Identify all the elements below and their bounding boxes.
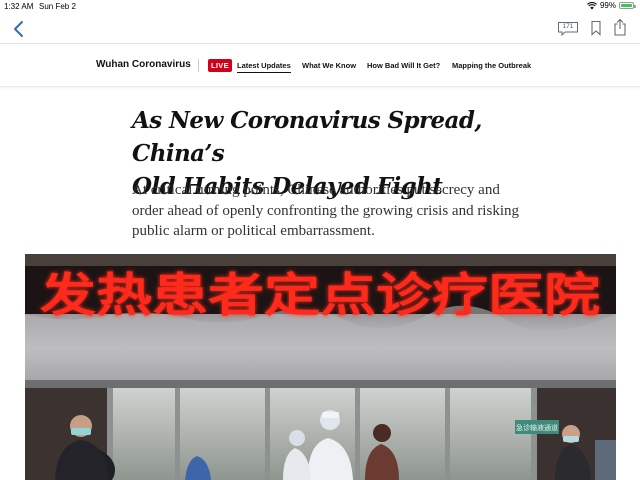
- battery-icon: [619, 2, 636, 9]
- nav-divider: [198, 59, 199, 72]
- live-badge: LIVE: [208, 59, 232, 72]
- battery-percent: 99%: [599, 1, 616, 10]
- back-chevron-icon[interactable]: [10, 18, 30, 40]
- nav-link-mapping[interactable]: Mapping the Outbreak: [452, 61, 531, 70]
- led-sign-text: 发热患者定点诊疗医院: [40, 268, 600, 322]
- clock: 1:32 AM: [4, 2, 34, 11]
- door-sign-text: 急诊输液通道: [516, 423, 558, 432]
- status-bar: 1:32 AM Sun Feb 2 99%: [0, 0, 640, 14]
- wifi-icon: [587, 1, 597, 9]
- headline-line-1: As New Coronavirus Spread, China’s: [132, 107, 482, 167]
- section-title[interactable]: Wuhan Coronavirus: [96, 59, 191, 70]
- comments-button[interactable]: 171: [557, 21, 579, 37]
- nav-link-how-bad[interactable]: How Bad Will It Get?: [367, 61, 440, 70]
- article-summary: At critical turning points, Chinese auth…: [132, 182, 519, 239]
- article-toolbar: [0, 14, 640, 44]
- date: Sun Feb 2: [39, 2, 76, 11]
- nav-link-latest-updates[interactable]: Latest Updates: [237, 61, 291, 73]
- nav-shadow: [0, 86, 640, 89]
- section-nav: Wuhan Coronavirus LIVE Latest Updates Wh…: [0, 44, 640, 86]
- share-icon[interactable]: [613, 18, 627, 36]
- hospital-entrance-image: 急诊输液通道 发热患者定点诊疗医院: [25, 254, 616, 480]
- status-indicators: 99%: [587, 1, 636, 10]
- bookmark-icon[interactable]: [590, 20, 602, 36]
- battery-fill: [621, 4, 632, 7]
- nav-link-what-we-know[interactable]: What We Know: [302, 61, 356, 70]
- comment-count: 171: [562, 23, 574, 30]
- article-photo[interactable]: 急诊输液通道 发热患者定点诊疗医院: [25, 254, 616, 480]
